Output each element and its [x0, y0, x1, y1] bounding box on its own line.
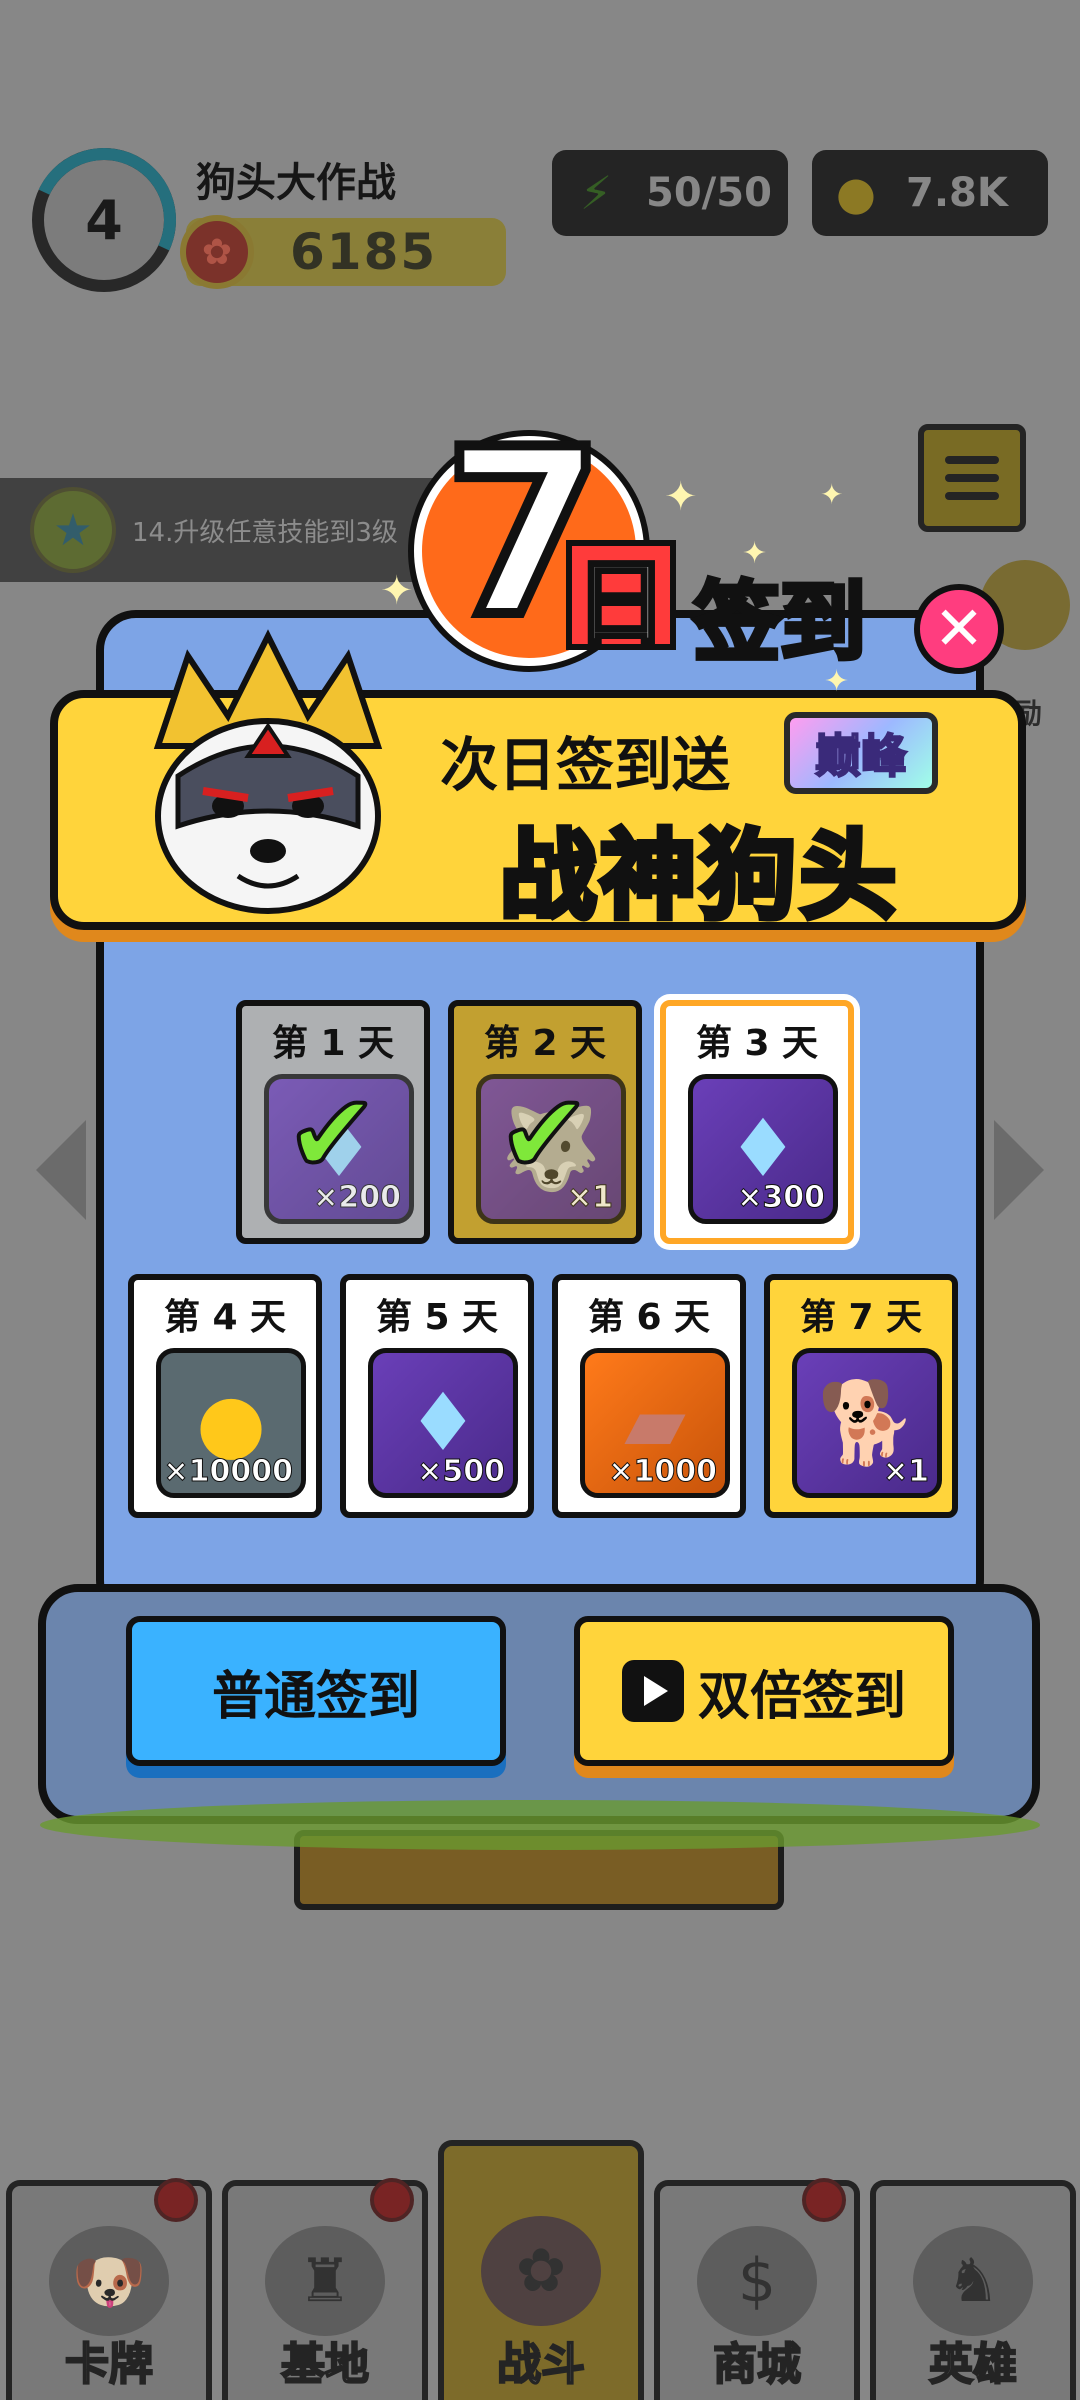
- reward-box: ♦ ×500: [368, 1348, 518, 1498]
- video-play-icon: [621, 1660, 684, 1722]
- day-card-2[interactable]: 第 2 天 🐺 ×1 ✔: [448, 1000, 642, 1244]
- coin-icon: ●: [196, 1376, 266, 1469]
- war-god-dog-icon: [153, 629, 383, 914]
- reward-qty: ×1: [882, 1454, 929, 1490]
- day-label: 第 7 天: [799, 1297, 923, 1338]
- reward-box: ♦ ×300: [688, 1074, 838, 1224]
- day-label: 第 5 天: [375, 1297, 499, 1338]
- reward-box: ● ×10000: [156, 1348, 306, 1498]
- peak-badge: 巅峰: [784, 712, 938, 794]
- check-icon: ✔: [496, 1068, 592, 1200]
- title-checkin: 签到: [692, 571, 869, 676]
- diamond-icon: ♦: [727, 1102, 799, 1195]
- double-checkin-button[interactable]: 双倍签到: [574, 1616, 954, 1766]
- reward-box: 🐕 ×1: [792, 1348, 942, 1498]
- banner-line1: 次日签到送: [440, 731, 731, 799]
- day-card-7[interactable]: 第 7 天 🐕 ×1: [764, 1274, 958, 1518]
- grass-decoration: [40, 1800, 1040, 1850]
- sparkle-icon: ✦: [664, 474, 698, 520]
- double-checkin-label: 双倍签到: [697, 1666, 906, 1727]
- sparkle-icon: ✦: [820, 478, 844, 511]
- day-card-5[interactable]: 第 5 天 ♦ ×500: [340, 1274, 534, 1518]
- day-card-6[interactable]: 第 6 天 ▰ ×1000: [552, 1274, 746, 1518]
- normal-checkin-button[interactable]: 普通签到: [126, 1616, 506, 1766]
- day-label: 第 2 天: [483, 1023, 607, 1064]
- day-label: 第 6 天: [587, 1297, 711, 1338]
- title-day-char: 日: [566, 540, 676, 659]
- check-icon: ✔: [284, 1068, 380, 1200]
- close-button[interactable]: ✕: [914, 584, 1004, 674]
- reward-qty: ×300: [737, 1180, 826, 1216]
- sparkle-icon: ✦: [824, 664, 850, 699]
- reward-qty: ×500: [417, 1454, 506, 1490]
- brick-icon: ▰: [624, 1376, 686, 1469]
- sparkle-icon: ✦: [742, 536, 768, 571]
- reward-box: ▰ ×1000: [580, 1348, 730, 1498]
- reward-qty: ×10000: [163, 1454, 294, 1490]
- normal-checkin-label: 普通签到: [211, 1666, 420, 1727]
- dog-card-icon: 🐕: [817, 1376, 917, 1469]
- sparkle-icon: ✦: [380, 568, 414, 614]
- day-label: 第 1 天: [271, 1023, 395, 1064]
- banner-line2: 战神狗头: [497, 817, 900, 935]
- day-card-4[interactable]: 第 4 天 ● ×10000: [128, 1274, 322, 1518]
- diamond-icon: ♦: [407, 1376, 479, 1469]
- reward-qty: ×1000: [608, 1454, 718, 1490]
- day-label: 第 4 天: [163, 1297, 287, 1338]
- day-card-3[interactable]: 第 3 天 ♦ ×300: [660, 1000, 854, 1244]
- day-label: 第 3 天: [695, 1023, 819, 1064]
- day-card-1[interactable]: 第 1 天 ♦ ×200 ✔: [236, 1000, 430, 1244]
